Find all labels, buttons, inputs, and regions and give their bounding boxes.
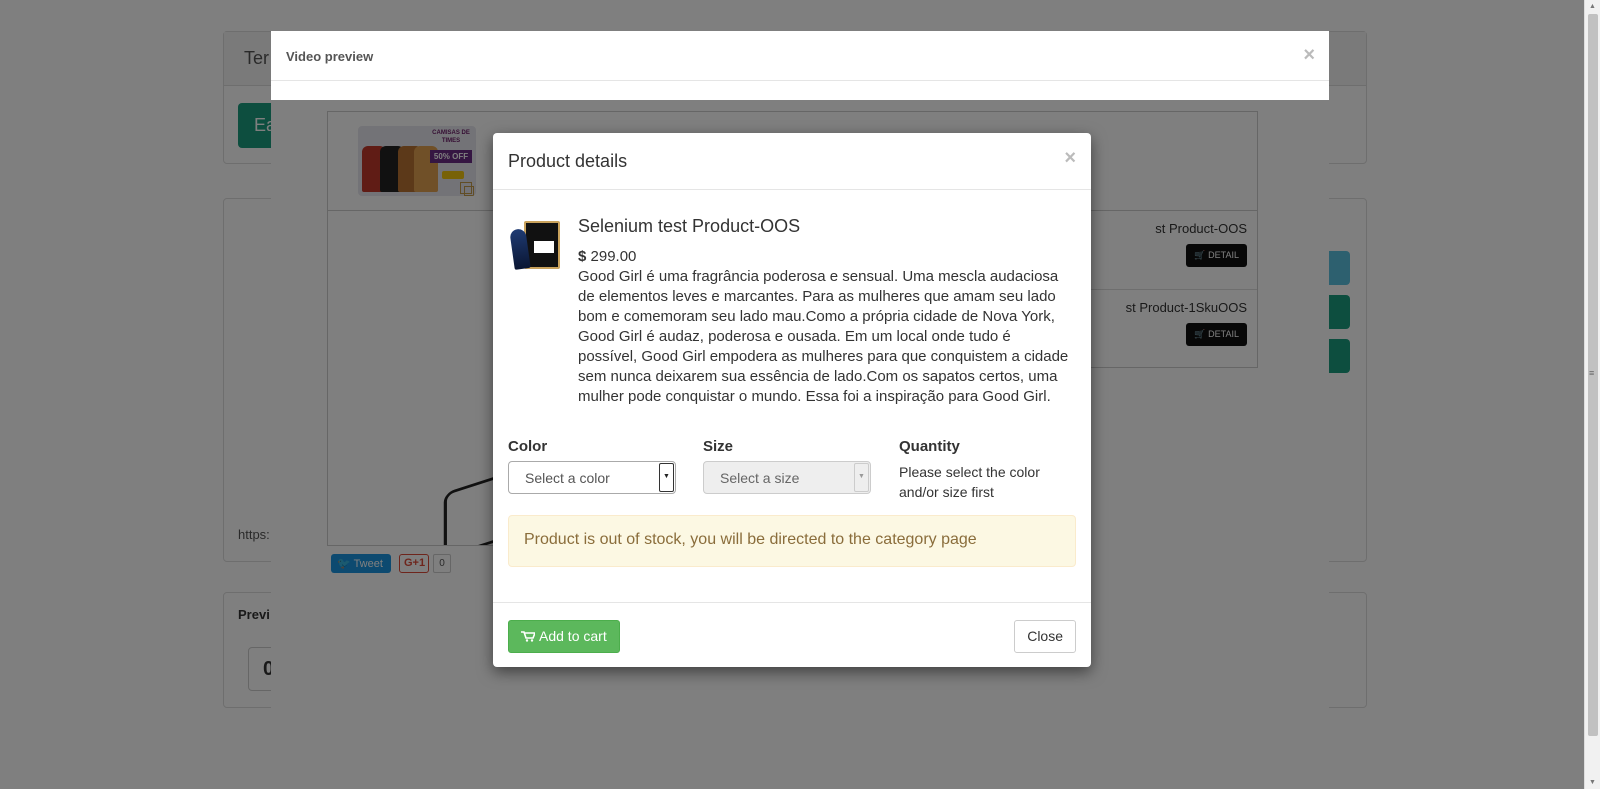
add-to-cart-label: Add to cart — [539, 628, 607, 644]
add-to-cart-button[interactable]: Add to cart — [508, 620, 620, 653]
size-label: Size — [703, 438, 734, 455]
size-select-value: Select a size — [720, 470, 800, 486]
product-image — [509, 217, 562, 273]
product-details-close-icon[interactable]: × — [1064, 147, 1076, 170]
chevron-down-icon: ▼ — [854, 463, 869, 492]
video-preview-title: Video preview — [286, 49, 374, 64]
product-details-footer: Add to cart Close — [493, 602, 1091, 667]
scrollbar-grip-icon: ≡ — [1589, 368, 1595, 378]
quantity-label: Quantity — [899, 438, 960, 455]
product-details-title: Product details — [508, 151, 628, 171]
color-label: Color — [508, 438, 548, 455]
chevron-down-icon[interactable]: ▼ — [659, 463, 674, 492]
shopping-cart-icon — [521, 631, 535, 642]
quantity-note: Please select the color and/or size firs… — [899, 464, 1040, 500]
size-select[interactable]: Select a size ▼ — [703, 461, 871, 494]
scroll-down-arrow-icon[interactable]: ▼ — [1589, 779, 1596, 786]
out-of-stock-alert: Product is out of stock, you will be dir… — [508, 515, 1076, 567]
perfume-label — [534, 241, 554, 253]
page-scrollbar[interactable]: ▲ ≡ ▼ — [1584, 0, 1600, 789]
close-button[interactable]: Close — [1014, 620, 1076, 653]
product-price: $ 299.00 — [578, 248, 636, 265]
product-details-modal: Product details × Selenium test Product-… — [493, 133, 1091, 667]
scroll-up-arrow-icon[interactable]: ▲ — [1589, 3, 1596, 10]
color-select-value: Select a color — [525, 470, 610, 486]
product-description: Good Girl é uma fragrância poderosa e se… — [578, 268, 1069, 405]
price-value: 299.00 — [590, 248, 637, 265]
video-preview-close-button[interactable]: × — [1303, 44, 1315, 67]
product-name: Selenium test Product-OOS — [578, 216, 801, 236]
video-preview-header: Video preview × — [271, 31, 1329, 81]
product-details-header: Product details × — [493, 133, 1091, 190]
price-currency: $ — [578, 248, 587, 265]
color-select[interactable]: Select a color ▼ — [508, 461, 676, 494]
